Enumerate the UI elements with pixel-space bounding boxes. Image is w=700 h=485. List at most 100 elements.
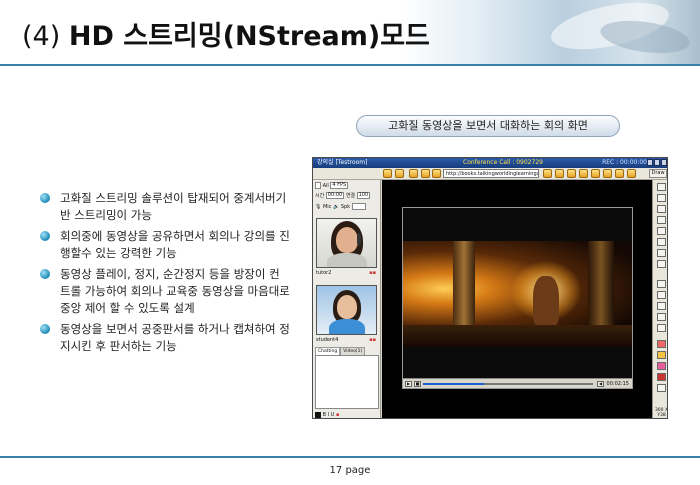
slide-title-number: (4)	[22, 21, 61, 52]
home-icon[interactable]	[432, 169, 441, 178]
volume-slider[interactable]	[351, 203, 366, 210]
video-frame[interactable]	[403, 241, 632, 347]
minimize-icon[interactable]	[647, 159, 653, 166]
pink-color-icon[interactable]	[657, 362, 666, 370]
time-value: 00:00	[325, 192, 345, 199]
app-toolbar: http://books.talkingworldinglearningworl…	[313, 168, 667, 180]
zoom-readout: 300 X Y38	[654, 408, 668, 418]
bullet-item: 고화질 스트리밍 솔루션이 탑재되어 중계서버기반 스트리밍이 가능	[40, 190, 290, 224]
draw-button[interactable]: Draw	[649, 169, 667, 178]
playback-time: 00:02:15	[606, 381, 629, 387]
bullet-dot-icon	[40, 193, 50, 203]
ellipse-tool-icon[interactable]	[657, 291, 666, 299]
yellow-color-icon[interactable]	[657, 351, 666, 359]
movie-icon[interactable]	[615, 169, 624, 178]
screenshot-caption: 고화질 동영상을 보면서 대화하는 회의 화면	[356, 115, 620, 137]
maximize-icon[interactable]	[654, 159, 660, 166]
print-icon[interactable]	[603, 169, 612, 178]
mic-icon[interactable]: 🎙	[315, 204, 321, 210]
document-icon[interactable]	[579, 169, 588, 178]
slide-title-text: HD 스트리밍(NStream)모드	[68, 21, 430, 52]
header-photo-banner	[400, 0, 700, 64]
capture-icon[interactable]	[567, 169, 576, 178]
app-titlebar: 강의실 [Testroom] Conference Call : 0902729…	[313, 158, 667, 168]
bullet-dot-icon	[40, 231, 50, 241]
text-color-icon[interactable]	[315, 411, 321, 418]
participant-status-icon[interactable]: ▪▪	[369, 337, 376, 343]
pen-tool-icon[interactable]	[657, 205, 666, 213]
mic-label: Mic	[322, 204, 332, 210]
fps-select[interactable]: 4 FPS	[330, 182, 349, 189]
count-value: 100	[356, 192, 371, 199]
video-player: ▶ ■ ◀ 00:02:15	[402, 207, 633, 389]
app-title: 강의실 [Testroom]	[317, 159, 368, 166]
panel-tabs: ChattingVideo(1)Voice(0)	[315, 347, 379, 364]
all-checkbox[interactable]	[315, 182, 321, 189]
pointer-tool-icon[interactable]	[657, 183, 666, 191]
folder-icon[interactable]	[383, 169, 392, 178]
time-row: 시간 00:00 연결 100	[315, 192, 371, 201]
text-tool-icon[interactable]	[657, 216, 666, 224]
close-icon[interactable]	[661, 159, 667, 166]
url-input[interactable]: http://books.talkingworldinglearningworl…	[443, 169, 539, 178]
shared-stage: ▶ ■ ◀ 00:02:15	[382, 180, 652, 418]
volume-icon[interactable]: ◀	[597, 381, 604, 387]
participant-name: tutor2	[316, 270, 332, 276]
line-tool-icon[interactable]	[657, 249, 666, 257]
bullet-item: 동영상을 보면서 공중판서를 하거나 캡쳐하여 정지시킨 후 판서하는 기능	[40, 321, 290, 355]
tab-video[interactable]: Video(1)	[340, 347, 366, 355]
clear-icon[interactable]	[657, 384, 666, 392]
share-icon[interactable]	[591, 169, 600, 178]
time-label: 시간	[315, 193, 325, 199]
scene-figure	[533, 276, 559, 326]
fps-row: All 4 FPS	[315, 182, 349, 191]
font-style-buttons[interactable]: B I U	[323, 412, 335, 418]
arrow-tool-icon[interactable]	[657, 260, 666, 268]
footer-divider	[0, 456, 700, 458]
header-divider	[0, 64, 700, 66]
redo-icon[interactable]	[657, 324, 666, 332]
participant-video-tutor	[316, 218, 377, 268]
participant-status-icon[interactable]: ▪▪	[369, 270, 376, 276]
bullet-item: 동영상 플레이, 정지, 순간정지 등을 방장이 컨트롤 가능하여 회의나 교육…	[40, 266, 290, 317]
marker-tool-icon[interactable]	[657, 227, 666, 235]
all-label: All	[322, 183, 329, 189]
count-label: 연결	[345, 193, 356, 199]
spk-label: Spk	[340, 204, 351, 210]
undo-icon[interactable]	[657, 313, 666, 321]
line-width-icon[interactable]	[657, 373, 666, 381]
player-controls: ▶ ■ ◀ 00:02:15	[403, 378, 632, 388]
chat-log[interactable]	[315, 355, 379, 409]
speaker-icon[interactable]: 🔈	[333, 204, 339, 210]
save-icon[interactable]	[395, 169, 404, 178]
fill-tool-icon[interactable]	[657, 302, 666, 310]
bullet-item: 회의중에 동영상을 공유하면서 회의나 강의를 진행할수 있는 강력한 기능	[40, 228, 290, 262]
conference-call-id: Conference Call : 0902729	[463, 159, 543, 166]
headset-icon	[357, 233, 361, 245]
hand-tool-icon[interactable]	[657, 194, 666, 202]
send-icon[interactable]: ▪	[336, 412, 339, 418]
seek-bar[interactable]	[423, 383, 593, 385]
slide-header: (4) HD 스트리밍(NStream)모드	[0, 0, 700, 66]
page-icon[interactable]	[555, 169, 564, 178]
tutor-face	[336, 227, 358, 253]
scene-floor	[403, 325, 632, 347]
go-icon[interactable]	[543, 169, 552, 178]
bullet-dot-icon	[40, 269, 50, 279]
forward-icon[interactable]	[421, 169, 430, 178]
back-icon[interactable]	[409, 169, 418, 178]
red-color-icon[interactable]	[657, 340, 666, 348]
seek-progress	[423, 383, 485, 385]
stop-icon[interactable]: ■	[414, 381, 421, 387]
bullet-text: 회의중에 동영상을 공유하면서 회의나 강의를 진행할수 있는 강력한 기능	[60, 229, 290, 260]
settings-icon[interactable]	[627, 169, 636, 178]
bullet-text: 동영상 플레이, 정지, 순간정지 등을 방장이 컨트롤 가능하여 회의나 교육…	[60, 267, 290, 315]
participant-video-student	[316, 285, 377, 335]
eraser-tool-icon[interactable]	[657, 238, 666, 246]
slide-title: (4) HD 스트리밍(NStream)모드	[22, 14, 430, 53]
rectangle-tool-icon[interactable]	[657, 280, 666, 288]
play-icon[interactable]: ▶	[405, 381, 412, 387]
header-photo-shadow	[598, 15, 692, 59]
tab-chatting[interactable]: Chatting	[315, 347, 341, 355]
page-number: 17 page	[329, 465, 371, 476]
